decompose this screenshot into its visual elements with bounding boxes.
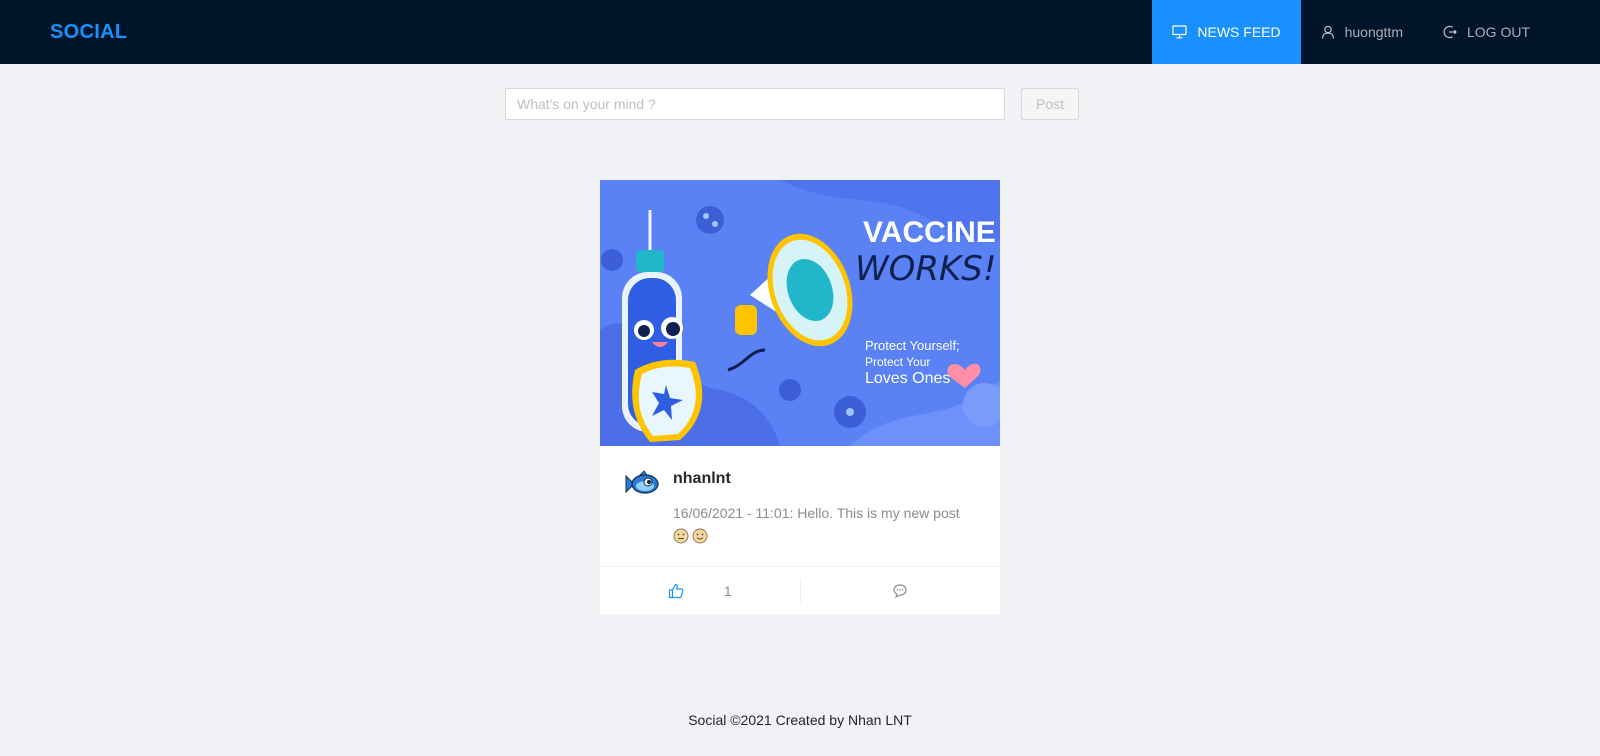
post-actions: 1 (600, 566, 1000, 614)
like-action[interactable]: 1 (600, 579, 800, 603)
comment-icon (893, 583, 907, 598)
app-logo[interactable]: SOCIAL (50, 0, 127, 64)
menu-item-profile[interactable]: huongttm (1301, 0, 1423, 64)
post-cover-image[interactable]: VACCINE WORKS! Protect Yourself; Protect… (600, 180, 1000, 446)
post-content: 16/06/2021 - 11:01: Hello. This is my ne… (673, 505, 960, 521)
desktop-icon (1172, 25, 1187, 39)
cover-tagline-1: Protect Yourself; (865, 338, 960, 353)
fish-avatar-icon[interactable] (624, 466, 660, 502)
like-count: 1 (723, 582, 732, 599)
main-menu: NEWS FEED huongttm LOG OUT (1152, 0, 1550, 64)
menu-item-label: huongttm (1344, 24, 1403, 40)
post-input[interactable] (505, 88, 1005, 120)
slight-smile-emoji-icon (692, 528, 708, 544)
top-navbar: SOCIAL NEWS FEED huongttm LOG OUT (0, 0, 1600, 64)
post-description: 16/06/2021 - 11:01: Hello. This is my ne… (673, 502, 963, 546)
comment-action[interactable] (799, 578, 1001, 603)
menu-item-logout[interactable]: LOG OUT (1423, 0, 1550, 64)
logout-icon (1443, 25, 1457, 39)
post-composer: Post (505, 88, 1079, 120)
cover-tagline-2: Protect Your (865, 355, 930, 369)
user-icon (1321, 25, 1334, 39)
menu-item-news-feed[interactable]: NEWS FEED (1152, 0, 1301, 64)
neutral-face-emoji-icon (673, 528, 689, 544)
cover-headline-2: WORKS! (855, 249, 997, 289)
menu-item-label: NEWS FEED (1197, 24, 1281, 40)
cover-tagline-3: Loves Ones (865, 370, 950, 387)
post-card: VACCINE WORKS! Protect Yourself; Protect… (600, 180, 1000, 614)
post-meta: nhanlnt 16/06/2021 - 11:01: Hello. This … (600, 446, 1000, 566)
post-button[interactable]: Post (1021, 88, 1079, 120)
menu-item-label: LOG OUT (1466, 24, 1530, 40)
page-footer: Social ©2021 Created by Nhan LNT (688, 712, 912, 728)
like-icon (668, 583, 684, 598)
post-text: nhanlnt 16/06/2021 - 11:01: Hello. This … (673, 470, 963, 546)
cover-headline-1: VACCINE (863, 216, 996, 249)
post-author[interactable]: nhanlnt (673, 470, 963, 488)
